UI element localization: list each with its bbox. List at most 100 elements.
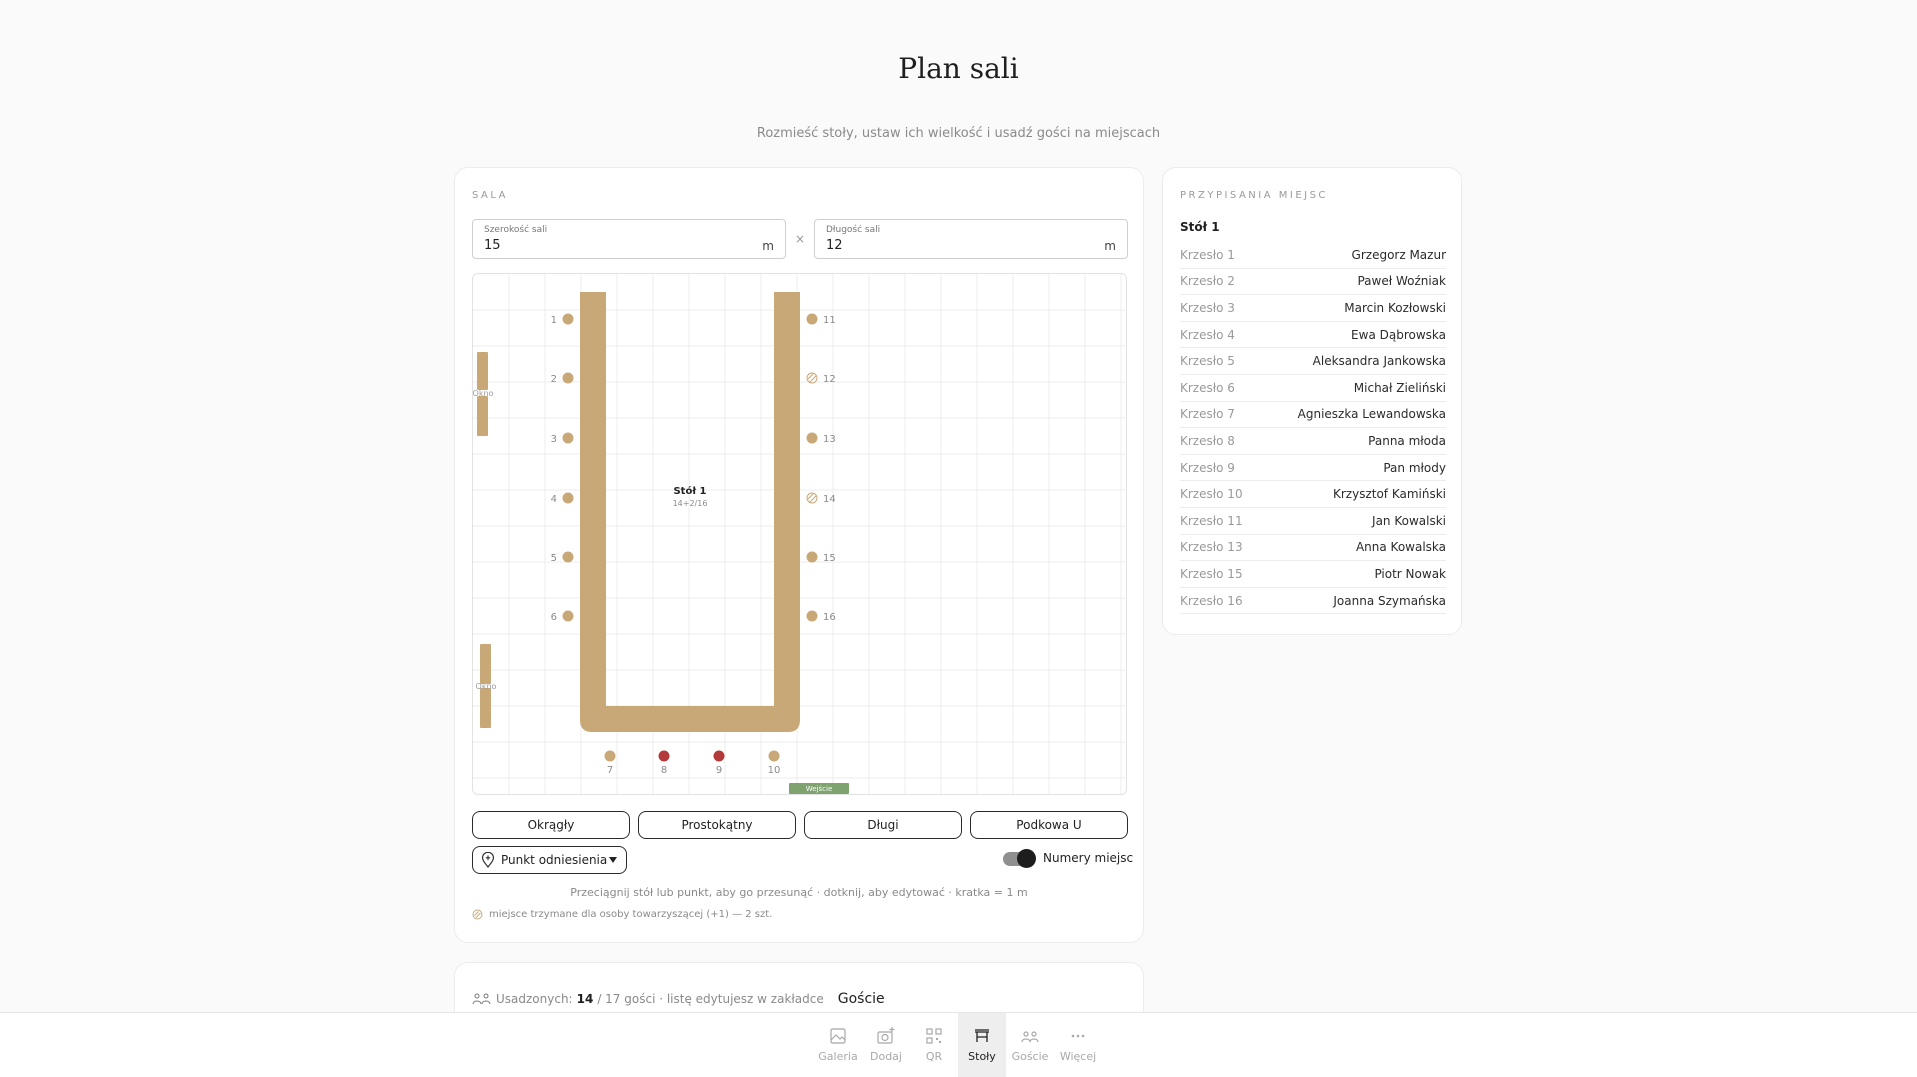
- assignment-row[interactable]: Krzesło 7 Agnieszka Lewandowska: [1180, 402, 1446, 429]
- assignment-row[interactable]: Krzesło 9 Pan młody: [1180, 455, 1446, 482]
- page-subtitle: Rozmieść stoły, ustaw ich wielkość i usa…: [756, 126, 1161, 141]
- assignments-section-label: PRZYPISANIA MIEJSC: [1180, 190, 1328, 201]
- assignment-seat: Krzesło 9: [1180, 460, 1235, 475]
- nav-gallery[interactable]: Galeria: [814, 1013, 862, 1077]
- hall-length-label: Długość sali: [826, 225, 881, 235]
- reference-point-select[interactable]: Punkt odniesienia: [472, 846, 627, 874]
- seated-summary: Usadzonych: 14 / 17 gości · listę edytuj…: [472, 991, 885, 1007]
- assignment-seat: Krzesło 2: [1180, 274, 1235, 289]
- hall-card: SALA Szerokość sali 15 m × Długość sali …: [454, 167, 1144, 943]
- seat[interactable]: [562, 313, 574, 325]
- assignment-seat: Krzesło 10: [1180, 487, 1243, 502]
- nav-guests[interactable]: Goście: [1006, 1013, 1054, 1077]
- assignment-row[interactable]: Krzesło 3 Marcin Kozłowski: [1180, 295, 1446, 322]
- seat[interactable]: [562, 492, 574, 504]
- assignment-row[interactable]: Krzesło 2 Paweł Woźniak: [1180, 269, 1446, 296]
- assignment-row[interactable]: Krzesło 8 Panna młoda: [1180, 428, 1446, 455]
- nav-add-label: Dodaj: [870, 1050, 902, 1063]
- seat-number: 14: [823, 494, 836, 505]
- assignment-row[interactable]: Krzesło 10 Krzysztof Kamiński: [1180, 481, 1446, 508]
- seat-number: 4: [551, 494, 557, 505]
- assignment-row[interactable]: Krzesło 15 Piotr Nowak: [1180, 561, 1446, 588]
- seat-numbers-label: Numery miejsc: [1043, 851, 1134, 865]
- seat-number: 9: [716, 765, 722, 776]
- plus-one-legend: miejsce trzymane dla osoby towarzyszącej…: [472, 909, 772, 920]
- window-top-upper[interactable]: [477, 352, 488, 390]
- shape-round-button[interactable]: Okrągły: [472, 811, 630, 839]
- assignment-guest: Jan Kowalski: [1372, 513, 1446, 528]
- hall-width-label: Szerokość sali: [484, 225, 548, 235]
- seat[interactable]: [806, 610, 818, 622]
- hall-width-value[interactable]: 15: [484, 238, 501, 253]
- guests-icon: [472, 993, 491, 1005]
- assignment-row[interactable]: Krzesło 13 Anna Kowalska: [1180, 535, 1446, 562]
- assignment-row[interactable]: Krzesło 1 Grzegorz Mazur: [1180, 242, 1446, 269]
- window-top-lower[interactable]: [477, 396, 488, 436]
- assignment-guest: Paweł Woźniak: [1357, 274, 1446, 289]
- seat-number: 7: [607, 765, 613, 776]
- seat-numbers-toggle[interactable]: [1003, 848, 1037, 868]
- hall-width-field[interactable]: Szerokość sali 15 m: [472, 219, 786, 259]
- nav-tables[interactable]: Stoły: [958, 1013, 1006, 1077]
- seat[interactable]: [713, 750, 725, 762]
- qr-icon: [926, 1028, 942, 1044]
- seat[interactable]: [806, 432, 818, 444]
- plus-one-legend-text: miejsce trzymane dla osoby towarzyszącej…: [489, 909, 773, 920]
- shape-long-button[interactable]: Długi: [804, 811, 962, 839]
- assignment-seat: Krzesło 7: [1180, 407, 1235, 422]
- seat[interactable]: [806, 551, 818, 563]
- guests-tab-link[interactable]: Goście: [838, 991, 885, 1007]
- nav-more-label: Więcej: [1059, 1050, 1097, 1063]
- hall-length-field[interactable]: Długość sali 12 m: [814, 219, 1128, 259]
- assignment-guest: Michał Zieliński: [1353, 380, 1446, 395]
- seat[interactable]: [562, 610, 574, 622]
- seat[interactable]: [806, 313, 818, 325]
- nav-qr-label: QR: [925, 1050, 943, 1063]
- window-bottom-lower[interactable]: [480, 688, 491, 728]
- assignment-seat: Krzesło 1: [1180, 247, 1235, 262]
- seat-number: 8: [661, 765, 667, 776]
- seat-number: 12: [823, 374, 836, 385]
- seat[interactable]: [562, 432, 574, 444]
- toggle-knob: [1017, 849, 1036, 868]
- shape-rectangular-button[interactable]: Prostokątny: [638, 811, 796, 839]
- table-capacity-label: 14+2/16: [673, 499, 708, 508]
- seat[interactable]: [562, 551, 574, 563]
- bottom-navigation: Galeria Dodaj QR Stoły Goście Więcej: [0, 1012, 1917, 1077]
- assignment-seat: Krzesło 13: [1180, 540, 1243, 555]
- plus-one-seat-icon: [472, 909, 483, 920]
- window-bottom-upper[interactable]: [480, 644, 491, 684]
- assignment-seat: Krzesło 16: [1180, 593, 1243, 608]
- hall-length-value[interactable]: 12: [826, 238, 843, 253]
- shape-u-button[interactable]: Podkowa U: [970, 811, 1128, 839]
- assignment-row[interactable]: Krzesło 5 Aleksandra Jankowska: [1180, 348, 1446, 375]
- assignment-row[interactable]: Krzesło 11 Jan Kowalski: [1180, 508, 1446, 535]
- seat-number: 11: [823, 315, 836, 326]
- floor-plan-canvas[interactable]: Okno Okno Stół 1 14+2/16 1 2 3 4 5 6 11 12 13 14 1…: [472, 273, 1127, 795]
- assignment-row[interactable]: Krzesło 4 Ewa Dąbrowska: [1180, 322, 1446, 349]
- seat-number: 10: [768, 765, 781, 776]
- hall-section-label: SALA: [472, 190, 509, 201]
- assignment-guest: Agnieszka Lewandowska: [1297, 407, 1446, 422]
- add-pin-icon: [481, 852, 495, 868]
- table-icon: [975, 1029, 989, 1042]
- camera-add-icon: [877, 1027, 895, 1044]
- entrance-label: Wejście: [806, 785, 833, 793]
- hall-length-unit: m: [1104, 239, 1116, 253]
- seat[interactable]: [658, 750, 670, 762]
- seat[interactable]: [562, 372, 574, 384]
- assignments-rows: Krzesło 1 Grzegorz Mazur Krzesło 2 Paweł Wo…: [1180, 242, 1446, 615]
- assignments-table: Stół 1 Krzesło 1 Grzegorz Mazur Krzesło 2 P…: [1180, 220, 1446, 615]
- nav-more[interactable]: Więcej: [1054, 1013, 1102, 1077]
- table-u-shape[interactable]: [580, 292, 800, 732]
- seat[interactable]: [604, 750, 616, 762]
- hall-width-unit: m: [762, 239, 774, 253]
- seated-rest: / 17 gości · listę edytujesz w zakładce: [597, 992, 824, 1006]
- seat[interactable]: [768, 750, 780, 762]
- assignment-row[interactable]: Krzesło 16 Joanna Szymańska: [1180, 588, 1446, 615]
- assignments-card: PRZYPISANIA MIEJSC Stół 1 Krzesło 1 Grzeg…: [1162, 167, 1462, 635]
- chevron-down-icon: [609, 857, 617, 863]
- nav-add[interactable]: Dodaj: [862, 1013, 910, 1077]
- assignment-row[interactable]: Krzesło 6 Michał Zieliński: [1180, 375, 1446, 402]
- nav-qr[interactable]: QR: [910, 1013, 958, 1077]
